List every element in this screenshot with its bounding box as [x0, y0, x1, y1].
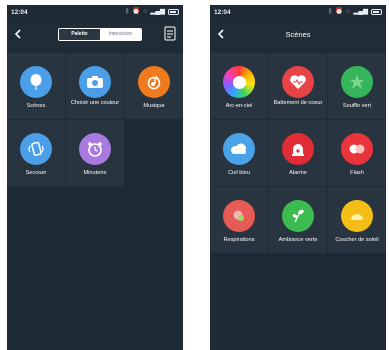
battery-icon — [168, 9, 179, 15]
document-icon — [164, 26, 176, 41]
tile-label: Souffle vert — [342, 103, 372, 109]
tile-green-ambiance[interactable]: Ambiance verte — [269, 187, 327, 253]
battery-icon — [371, 9, 382, 15]
tile-timer[interactable]: Minuterie — [66, 120, 124, 186]
tab-palette[interactable]: Palette — [59, 29, 100, 40]
tile-label: Secouer — [25, 170, 47, 176]
feature-grid: Scènes Choisir une couleur Musique Secou… — [7, 53, 183, 186]
flash-icon — [341, 133, 373, 165]
tile-label: Alarme — [289, 170, 307, 176]
cloud-icon — [223, 133, 255, 165]
page-title: Scènes — [285, 30, 311, 39]
tile-scenes[interactable]: Scènes — [7, 53, 65, 119]
top-bar: Palette Interaction — [7, 21, 183, 47]
status-bar: 12:04 ᛒ ⏰ ◌ ▂▄▆ — [7, 5, 183, 21]
mode-switch: Palette Interaction — [58, 28, 142, 41]
status-time: 12:04 — [11, 9, 28, 16]
palette-screen: 12:04 ᛒ ⏰ ◌ ▂▄▆ Palette Interaction Scèn… — [7, 5, 183, 350]
tab-interaction[interactable]: Interaction — [100, 29, 141, 40]
shake-phone-icon — [20, 133, 52, 165]
alarm-status-icon: ⏰ — [335, 8, 344, 15]
music-note-icon — [138, 66, 170, 98]
top-bar: Scènes — [210, 21, 386, 47]
tile-heartbeat[interactable]: Battement de coeur — [269, 53, 327, 119]
tile-label: Choisir une couleur — [70, 100, 120, 106]
status-icons: ᛒ ⏰ ◌ ▂▄▆ — [329, 8, 382, 16]
scenes-screen: 12:04 ᛒ ⏰ ◌ ▂▄▆ Scènes Arc-en-ciel Batte… — [210, 5, 386, 350]
chevron-left-icon — [14, 29, 21, 39]
tile-label: Musique — [143, 103, 165, 109]
tile-music[interactable]: Musique — [125, 53, 183, 119]
camera-icon — [79, 66, 111, 98]
tile-label: Ambiance verte — [278, 237, 318, 243]
tile-label: Coucher de soleil — [335, 237, 379, 243]
tile-alarm[interactable]: Alarme — [269, 120, 327, 186]
tile-blue-sky[interactable]: Ciel bleu — [210, 120, 268, 186]
heart-icon — [282, 66, 314, 98]
back-button[interactable] — [11, 27, 25, 41]
tile-sunset[interactable]: Coucher de soleil — [328, 187, 386, 253]
balloon-icon — [20, 66, 52, 98]
tile-choose-color[interactable]: Choisir une couleur — [66, 53, 124, 119]
sprout-icon — [282, 200, 314, 232]
tile-green-breath[interactable]: Souffle vert — [328, 53, 386, 119]
tile-label: Minuterie — [83, 170, 107, 176]
bluetooth-icon: ᛒ — [328, 8, 333, 15]
silent-icon: ◌ — [346, 8, 351, 15]
tile-label: Arc-en-ciel — [225, 103, 253, 109]
tile-breathing[interactable]: Respirations — [210, 187, 268, 253]
alarm-clock-icon — [79, 133, 111, 165]
tile-shake[interactable]: Secouer — [7, 120, 65, 186]
tile-flash[interactable]: Flash — [328, 120, 386, 186]
tile-rainbow[interactable]: Arc-en-ciel — [210, 53, 268, 119]
tile-label: Ciel bleu — [228, 170, 250, 176]
signal-icon: ▂▄▆ — [353, 8, 368, 15]
tile-label: Respirations — [223, 237, 255, 243]
leaf-icon — [341, 66, 373, 98]
rainbow-icon — [223, 66, 255, 98]
breathing-icon — [223, 200, 255, 232]
status-bar: 12:04 ᛒ ⏰ ◌ ▂▄▆ — [210, 5, 386, 21]
tile-label: Battement de coeur — [273, 100, 323, 106]
document-button[interactable] — [164, 26, 177, 41]
alarm-status-icon: ⏰ — [132, 8, 141, 15]
status-icons: ᛒ ⏰ ◌ ▂▄▆ — [126, 8, 179, 16]
scenes-grid: Arc-en-ciel Battement de coeur Souffle v… — [210, 53, 386, 253]
empty-slot — [125, 120, 183, 186]
signal-icon: ▂▄▆ — [150, 8, 165, 15]
tile-label: Flash — [350, 170, 364, 176]
sunset-icon — [341, 200, 373, 232]
bluetooth-icon: ᛒ — [125, 8, 130, 15]
status-time: 12:04 — [214, 9, 231, 16]
alarm-siren-icon — [282, 133, 314, 165]
tile-label: Scènes — [26, 103, 46, 109]
silent-icon: ◌ — [143, 8, 148, 15]
